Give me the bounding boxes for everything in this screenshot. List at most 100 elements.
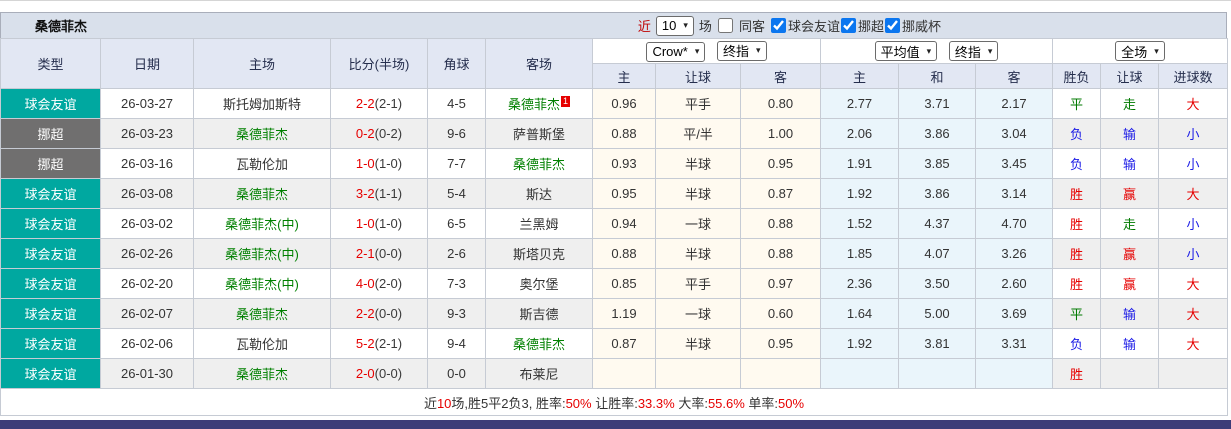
cell-result-goals: 小 (1158, 148, 1229, 179)
cell-score: 2-2(2-1) (330, 88, 428, 119)
cell-type: 球会友谊 (0, 178, 101, 209)
cell-corners: 6-5 (427, 208, 486, 239)
cell-odds-away (739, 358, 822, 389)
cell-away-team[interactable]: 斯吉德 (485, 298, 593, 329)
cell-odds-away: 0.88 (739, 238, 822, 269)
cell-avg-draw: 3.71 (898, 88, 977, 119)
cell-odds-home: 0.93 (592, 148, 656, 179)
cell-odds-handicap: 平手 (655, 268, 741, 299)
odds-provider-select[interactable]: Crow* ▾ (646, 41, 706, 62)
cell-away-team[interactable]: 布莱尼 (485, 358, 593, 389)
cell-avg-draw: 3.85 (898, 148, 977, 179)
cell-home-team[interactable]: 桑德菲杰 (193, 358, 331, 389)
cell-home-team[interactable]: 瓦勒伦加 (193, 148, 331, 179)
cell-score: 4-0(2-0) (330, 268, 428, 299)
cell-type: 挪超 (0, 118, 101, 149)
cell-away-team[interactable]: 桑德菲杰 1 (485, 88, 593, 119)
cell-avg-draw (898, 358, 977, 389)
result-group-header: 全场 ▾ (1052, 38, 1229, 64)
col-header-date: 日期 (100, 38, 194, 89)
cell-away-team[interactable]: 斯达 (485, 178, 593, 209)
cell-away-team[interactable]: 桑德菲杰 (485, 328, 593, 359)
cell-date: 26-03-08 (100, 178, 194, 209)
cell-result-outcome: 胜 (1052, 208, 1102, 239)
filter-item: 挪威杯 (884, 16, 941, 35)
cell-result-goals: 大 (1158, 328, 1229, 359)
col-header-corners: 角球 (427, 38, 486, 89)
cell-away-team[interactable]: 斯塔贝克 (485, 238, 593, 269)
cell-home-team[interactable]: 瓦勒伦加 (193, 328, 331, 359)
cell-type: 球会友谊 (0, 238, 101, 269)
bottom-bar (0, 420, 1231, 429)
cell-odds-home: 0.87 (592, 328, 656, 359)
filter-checkbox[interactable] (770, 17, 786, 33)
filter-item: 挪超 (840, 16, 884, 35)
odds-stage-select[interactable]: 终指 ▾ (717, 40, 767, 61)
cell-avg-home: 2.77 (820, 88, 900, 119)
cell-home-team[interactable]: 桑德菲杰 (193, 178, 331, 209)
cell-avg-draw: 3.86 (898, 178, 977, 209)
cell-away-team[interactable]: 奥尔堡 (485, 268, 593, 299)
table-row: 挪超 26-03-23 桑德菲杰 0-2(0-2) 9-6 萨普斯堡 0.88 平/半 1.00… (0, 118, 1229, 149)
cell-result-handicap: 走 (1100, 88, 1160, 119)
cell-type: 球会友谊 (0, 298, 101, 329)
cell-result-goals: 小 (1158, 238, 1229, 269)
filter-label: 球会友谊 (787, 18, 840, 34)
cell-result-outcome: 平 (1052, 88, 1102, 119)
cell-away-team[interactable]: 萨普斯堡 (485, 118, 593, 149)
cell-result-handicap: 输 (1100, 118, 1160, 149)
cell-date: 26-03-02 (100, 208, 194, 239)
recent-count-select[interactable]: 10 ▾ (655, 15, 694, 36)
cell-corners: 9-4 (427, 328, 486, 359)
cell-avg-home: 1.92 (820, 328, 900, 359)
cell-home-team[interactable]: 桑德菲杰 (193, 118, 331, 149)
chevron-down-icon: ▾ (694, 46, 700, 56)
rank-badge: 1 (561, 95, 571, 107)
cell-type: 球会友谊 (0, 328, 101, 359)
cell-score: 3-2(1-1) (330, 178, 428, 209)
table-row: 球会友谊 26-01-30 桑德菲杰 2-0(0-0) 0-0 布莱尼 胜 (0, 358, 1229, 389)
cell-result-outcome: 胜 (1052, 238, 1102, 269)
cell-result-goals: 大 (1158, 88, 1229, 119)
cell-away-team[interactable]: 兰黑姆 (485, 208, 593, 239)
col-header-home: 主场 (193, 38, 331, 89)
col-header-result-goals: 进球数 (1158, 63, 1229, 89)
col-header-result-outcome: 胜负 (1052, 63, 1102, 89)
cell-away-team[interactable]: 桑德菲杰 (485, 148, 593, 179)
cell-avg-away: 3.45 (975, 148, 1054, 179)
cell-avg-away: 3.14 (975, 178, 1054, 209)
average-stage-select[interactable]: 终指 ▾ (948, 41, 999, 61)
filter-checkbox[interactable] (884, 17, 900, 33)
cell-result-outcome: 胜 (1052, 268, 1102, 299)
cell-home-team[interactable]: 桑德菲杰(中) (193, 268, 331, 299)
cell-avg-draw: 5.00 (898, 298, 977, 329)
cell-home-team[interactable]: 桑德菲杰(中) (193, 208, 331, 239)
col-header-odds-handicap: 让球 (655, 63, 741, 89)
cell-avg-away: 3.26 (975, 238, 1054, 269)
same-away-checkbox[interactable] (717, 18, 733, 33)
col-header-away: 客场 (485, 38, 593, 89)
cell-odds-away: 0.95 (739, 148, 822, 179)
table-row: 球会友谊 26-03-27 斯托姆加斯特 2-2(2-1) 4-5 桑德菲杰 1 0.96 平手… (0, 88, 1229, 119)
cell-home-team[interactable]: 桑德菲杰(中) (193, 238, 331, 269)
col-header-avg-home: 主 (820, 63, 900, 89)
average-select[interactable]: 平均值 ▾ (874, 41, 938, 61)
cell-avg-away: 3.31 (975, 328, 1054, 359)
cell-odds-handicap: 半球 (655, 148, 741, 179)
scope-select[interactable]: 全场 ▾ (1115, 41, 1165, 61)
cell-odds-home (592, 358, 656, 389)
cell-odds-home: 1.19 (592, 298, 656, 329)
cell-home-team[interactable]: 桑德菲杰 (193, 298, 331, 329)
handicap-odds-group-header: Crow* ▾ 终指 ▾ (591, 38, 822, 64)
col-header-score: 比分(半场) (330, 38, 428, 89)
filter-controls: 近 10 ▾ 场 同客 球会友谊 挪超 挪威杯 (638, 15, 941, 36)
cell-type: 挪超 (0, 148, 101, 179)
cell-result-outcome: 负 (1052, 118, 1102, 149)
cell-odds-away: 0.60 (739, 298, 822, 329)
chevron-down-icon: ▾ (926, 45, 932, 56)
filter-checkbox[interactable] (840, 17, 856, 33)
cell-home-team[interactable]: 斯托姆加斯特 (193, 88, 331, 119)
cell-odds-away: 0.88 (739, 208, 822, 239)
odds-history-page: 桑德菲杰 近 10 ▾ 场 同客 球会友谊 挪超 挪威杯 类型 日期 主场 比分(半场… (0, 0, 1231, 429)
cell-corners: 5-4 (427, 178, 486, 209)
